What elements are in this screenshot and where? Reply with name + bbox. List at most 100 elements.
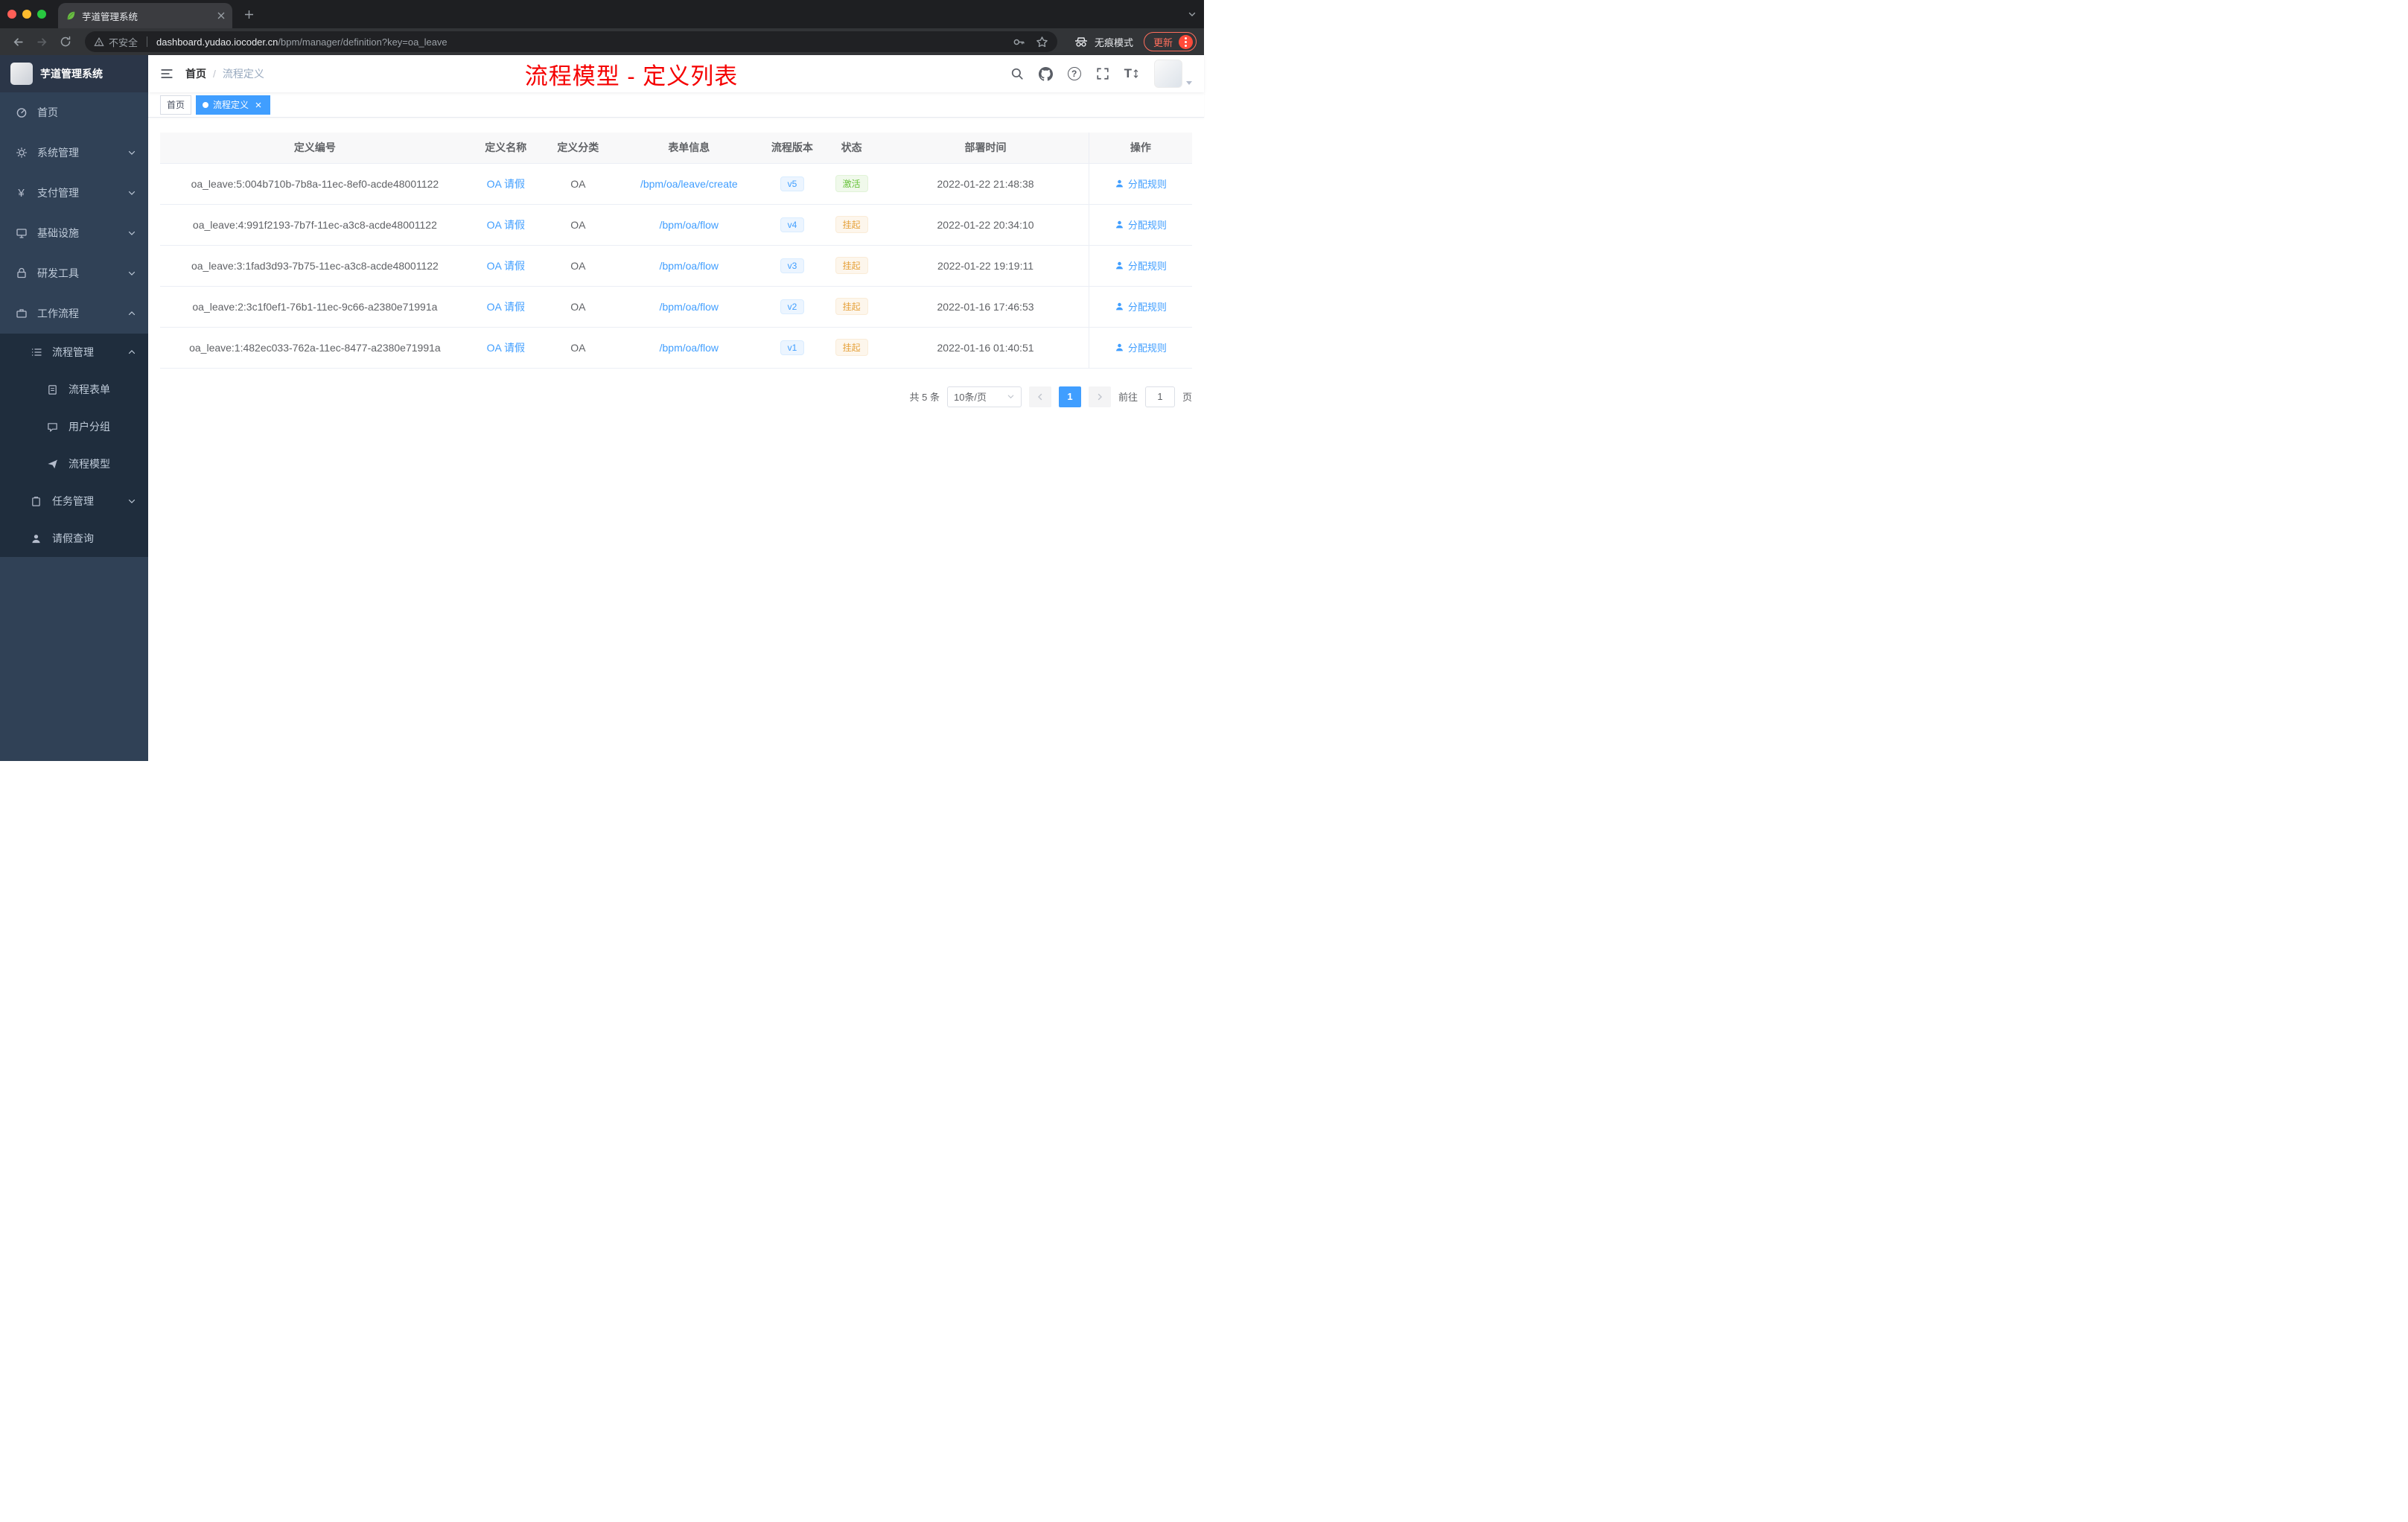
sidebar-collapse-icon[interactable] (160, 67, 173, 80)
sidebar-item-infrastructure[interactable]: 基础设施 (0, 213, 148, 253)
update-label: 更新 (1153, 36, 1173, 48)
pagination-total: 共 5 条 (909, 392, 940, 403)
bookmark-star-icon[interactable] (1036, 36, 1048, 48)
definition-id: oa_leave:2:3c1f0ef1-76b1-11ec-9c66-a2380… (160, 286, 470, 328)
version-badge: v2 (780, 299, 805, 314)
sidebar-item-label: 工作流程 (37, 308, 79, 319)
definition-name-link[interactable]: OA 请假 (487, 178, 525, 190)
url-host: dashboard.yudao.iocoder.cn (156, 36, 278, 48)
briefcase-icon (15, 308, 28, 319)
sidebar-item-label: 流程表单 (69, 383, 110, 395)
tag-close-icon[interactable] (253, 100, 264, 110)
table-row: oa_leave:1:482ec033-762a-11ec-8477-a2380… (160, 327, 1192, 369)
chat-bubble-icon (46, 421, 59, 433)
definition-name-link[interactable]: OA 请假 (487, 260, 525, 272)
zoom-window-button[interactable] (37, 10, 46, 19)
definition-id: oa_leave:4:991f2193-7b7f-11ec-a3c8-acde4… (160, 204, 470, 246)
chevron-down-icon (1007, 392, 1015, 401)
sidebar-item-label: 任务管理 (52, 495, 94, 507)
sidebar-item-user-group[interactable]: 用户分组 (0, 408, 148, 445)
definition-name-link[interactable]: OA 请假 (487, 219, 525, 231)
avatar-caret-icon (1186, 81, 1192, 85)
sidebar-item-workflow[interactable]: 工作流程 (0, 293, 148, 334)
form-link[interactable]: /bpm/oa/flow (660, 301, 719, 313)
help-icon[interactable]: ? (1067, 67, 1081, 80)
address-bar[interactable]: 不安全 dashboard.yudao.iocoder.cn/bpm/manag… (85, 31, 1057, 52)
reload-button[interactable] (55, 31, 76, 52)
sidebar-item-process-mgmt[interactable]: 流程管理 (0, 334, 148, 371)
sidebar-item-label: 用户分组 (69, 421, 110, 433)
active-tag-dot (203, 101, 209, 108)
table-row: oa_leave:4:991f2193-7b7f-11ec-a3c8-acde4… (160, 204, 1192, 246)
minimize-window-button[interactable] (22, 10, 31, 19)
form-link[interactable]: /bpm/oa/flow (660, 219, 719, 231)
version-badge: v3 (780, 258, 805, 273)
url-path: /bpm/manager/definition?key=oa_leave (278, 36, 447, 48)
sidebar-logo: 芋道管理系统 (0, 55, 148, 92)
forward-button[interactable] (31, 31, 52, 52)
breadcrumb-home[interactable]: 首页 (185, 66, 206, 81)
sidebar-item-label: 请假查询 (52, 532, 94, 544)
col-header-definition-category: 定义分类 (541, 133, 614, 164)
browser-menu-icon[interactable] (1179, 34, 1193, 49)
table-row: oa_leave:3:1fad3d93-7b75-11ec-a3c8-acde4… (160, 245, 1192, 287)
goto-label: 前往 (1118, 392, 1138, 403)
deploy-time: 2022-01-22 20:34:10 (882, 204, 1089, 246)
sidebar-item-process-model[interactable]: 流程模型 (0, 445, 148, 483)
deploy-time: 2022-01-22 19:19:11 (882, 245, 1089, 287)
tab-search-chevron-icon[interactable] (1188, 10, 1197, 19)
form-link[interactable]: /bpm/oa/flow (660, 260, 719, 272)
sidebar-item-system-mgmt[interactable]: 系统管理 (0, 133, 148, 173)
avatar-image (1154, 60, 1182, 88)
form-link[interactable]: /bpm/oa/flow (660, 342, 719, 354)
status-badge: 挂起 (835, 257, 868, 274)
assign-rule-link[interactable]: 分配规则 (1115, 217, 1167, 232)
tag-home[interactable]: 首页 (160, 95, 192, 115)
assign-rule-link[interactable]: 分配规则 (1115, 340, 1167, 354)
sidebar-item-payment-mgmt[interactable]: ¥ 支付管理 (0, 173, 148, 213)
tag-process-definition[interactable]: 流程定义 (196, 95, 271, 115)
github-icon[interactable] (1038, 66, 1053, 81)
sidebar-item-task-mgmt[interactable]: 任务管理 (0, 483, 148, 520)
fullscreen-icon[interactable] (1096, 67, 1109, 80)
definition-name-link[interactable]: OA 请假 (487, 301, 525, 313)
pagination: 共 5 条 10条/页 1 前往 页 (160, 386, 1192, 407)
search-icon[interactable] (1010, 67, 1024, 80)
browser-tab[interactable]: 芋道管理系统 (58, 3, 232, 28)
tags-view-bar: 首页 流程定义 (148, 92, 1204, 118)
incognito-label: 无痕模式 (1094, 36, 1133, 48)
chrome-update-button[interactable]: 更新 (1143, 32, 1197, 51)
breadcrumb: 首页 / 流程定义 (185, 66, 264, 81)
page-number-button[interactable]: 1 (1058, 386, 1081, 407)
yen-icon: ¥ (18, 186, 25, 200)
assign-rule-link[interactable]: 分配规则 (1115, 258, 1167, 273)
user-icon (1115, 343, 1124, 352)
back-button[interactable] (7, 31, 28, 52)
assign-rule-link[interactable]: 分配规则 (1115, 176, 1167, 191)
tab-close-icon[interactable] (217, 12, 225, 19)
next-page-button[interactable] (1088, 386, 1111, 407)
assign-rule-link[interactable]: 分配规则 (1115, 299, 1167, 313)
definition-id: oa_leave:5:004b710b-7b8a-11ec-8ef0-acde4… (160, 163, 470, 205)
form-link[interactable]: /bpm/oa/leave/create (640, 178, 738, 190)
sidebar-item-process-form[interactable]: 流程表单 (0, 371, 148, 408)
close-window-button[interactable] (7, 10, 16, 19)
sidebar-item-home[interactable]: 首页 (0, 92, 148, 133)
sidebar-item-leave-query[interactable]: 请假查询 (0, 520, 148, 557)
version-badge: v4 (780, 217, 805, 232)
goto-page-input[interactable] (1144, 386, 1175, 407)
prev-page-button[interactable] (1028, 386, 1051, 407)
monitor-icon (15, 227, 28, 239)
table-row: oa_leave:2:3c1f0ef1-76b1-11ec-9c66-a2380… (160, 286, 1192, 328)
col-header-operation: 操作 (1088, 133, 1192, 164)
user-avatar[interactable] (1154, 60, 1192, 88)
font-size-icon[interactable]: T (1124, 66, 1139, 81)
new-tab-button[interactable] (238, 4, 259, 25)
definition-name-link[interactable]: OA 请假 (487, 342, 525, 354)
tab-strip: 芋道管理系统 (0, 0, 1204, 28)
sidebar-item-dev-tools[interactable]: 研发工具 (0, 253, 148, 293)
page-size-select[interactable]: 10条/页 (946, 386, 1022, 407)
definition-category: OA (541, 204, 614, 246)
workflow-submenu: 流程管理 流程表单 用户分组 流程模型 任务管理 请假查询 (0, 334, 148, 557)
password-key-icon[interactable] (1013, 36, 1025, 48)
